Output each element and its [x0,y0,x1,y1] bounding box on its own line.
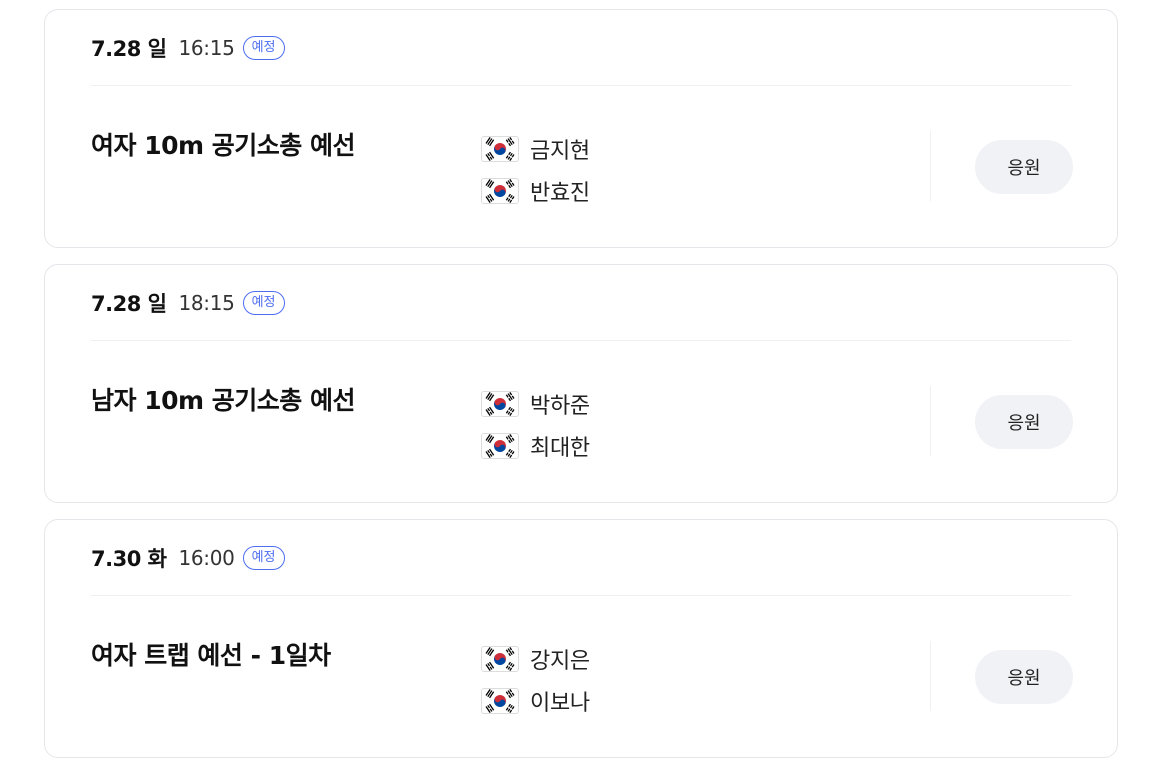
status-badge: 예정 [242,546,285,570]
match-time: 16:15 [178,36,235,60]
cheer-button[interactable]: 응원 [975,140,1073,194]
korea-flag-icon [481,391,519,417]
athlete-name: 최대한 [530,436,590,461]
athlete-name: 금지현 [530,139,590,164]
vertical-divider [930,131,931,201]
schedule-card: 7.28 일 18:15 예정 남자 10m 공기소총 예선 박하준 최대한 응… [44,264,1118,503]
cheer-button[interactable]: 응원 [975,650,1073,704]
korea-flag-icon [481,688,519,714]
athlete-item: 강지은 [481,638,590,680]
athlete-list: 박하준 최대한 [481,383,590,467]
korea-flag-icon [481,178,519,204]
vertical-divider [930,641,931,711]
match-time: 18:15 [178,291,235,315]
divider [91,340,1071,341]
athlete-item: 최대한 [481,425,590,467]
match-date: 7.30 화 [91,547,167,571]
card-header: 7.28 일 16:15 예정 [91,34,1071,62]
athlete-list: 강지은 이보나 [481,638,590,722]
athlete-item: 반효진 [481,170,590,212]
card-header: 7.28 일 18:15 예정 [91,289,1071,317]
match-date: 7.28 일 [91,292,167,316]
athlete-item: 이보나 [481,680,590,722]
event-title: 여자 트랩 예선 - 1일차 [91,641,331,670]
cheer-button[interactable]: 응원 [975,395,1073,449]
athlete-name: 이보나 [530,691,590,716]
korea-flag-icon [481,646,519,672]
vertical-divider [930,386,931,456]
athlete-name: 박하준 [530,394,590,419]
athlete-name: 반효진 [530,181,590,206]
athlete-name: 강지은 [530,649,590,674]
athlete-item: 박하준 [481,383,590,425]
athlete-item: 금지현 [481,128,590,170]
divider [91,85,1071,86]
schedule-card: 7.30 화 16:00 예정 여자 트랩 예선 - 1일차 강지은 이보나 응… [44,519,1118,758]
status-badge: 예정 [242,291,285,315]
schedule-list: 7.28 일 16:15 예정 여자 10m 공기소총 예선 금지현 반효진 응… [44,9,1118,774]
status-badge: 예정 [242,36,285,60]
divider [91,595,1071,596]
schedule-card: 7.28 일 16:15 예정 여자 10m 공기소총 예선 금지현 반효진 응… [44,9,1118,248]
event-title: 남자 10m 공기소총 예선 [91,386,355,415]
match-date: 7.28 일 [91,37,167,61]
athlete-list: 금지현 반효진 [481,128,590,212]
event-title: 여자 10m 공기소총 예선 [91,131,355,160]
card-header: 7.30 화 16:00 예정 [91,544,1071,572]
korea-flag-icon [481,433,519,459]
korea-flag-icon [481,136,519,162]
match-time: 16:00 [178,546,235,570]
